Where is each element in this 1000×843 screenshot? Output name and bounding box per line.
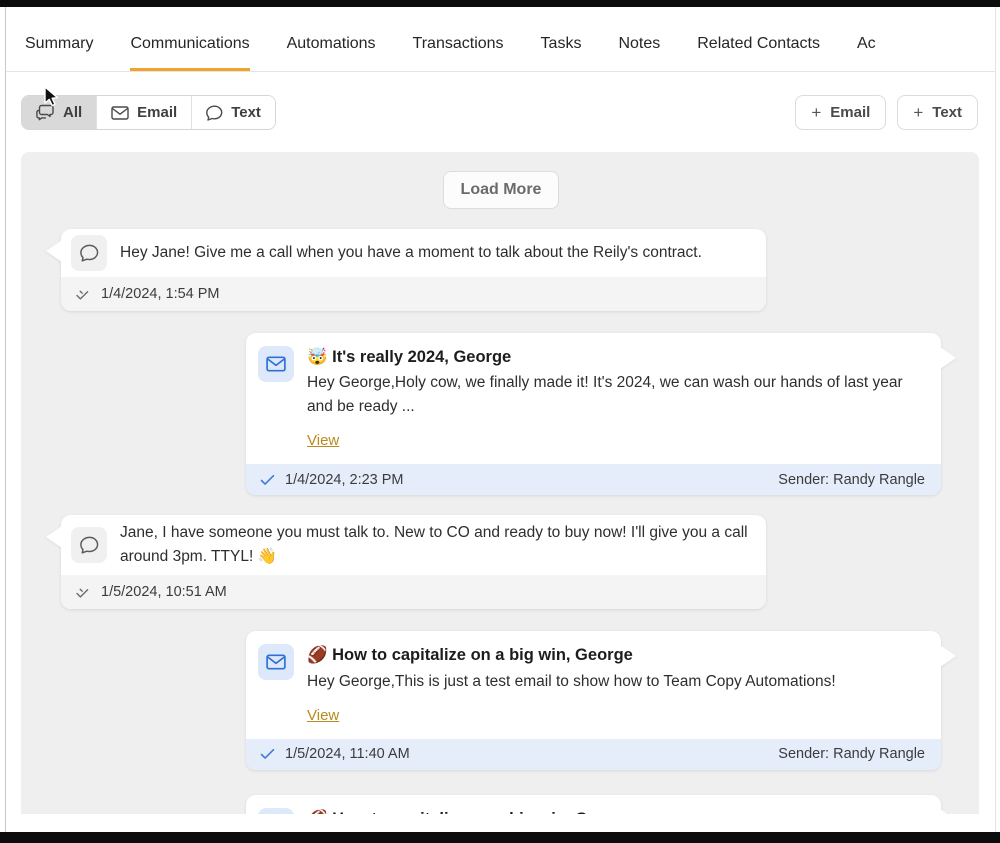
email-message-bubble-clipped: 🏈 How to capitalize on a big win, George [246, 795, 941, 814]
email-content: 🏈 How to capitalize on a big win, George [307, 808, 925, 814]
window-bottom-edge [0, 832, 1000, 843]
double-check-icon [75, 288, 91, 301]
plus-icon: + [811, 104, 821, 121]
text-message-body: Jane, I have someone you must talk to. N… [61, 515, 766, 575]
new-text-button[interactable]: + Text [897, 95, 978, 130]
email-subject: 🤯 It's really 2024, George [307, 346, 925, 368]
text-message-bubble: Hey Jane! Give me a call when you have a… [61, 229, 766, 311]
email-message-bubble: 🏈 How to capitalize on a big win, George… [246, 631, 941, 769]
speech-bubble-icon [206, 105, 223, 121]
email-footer: 1/4/2024, 2:23 PM Sender: Randy Rangle [246, 464, 941, 495]
communications-page: { "tabs": { "items": [ { "label": "Summa… [0, 0, 1000, 843]
email-footer-left: 1/5/2024, 11:40 AM [260, 746, 410, 762]
email-footer-left: 1/4/2024, 2:23 PM [260, 472, 404, 488]
speech-bubble-icon [71, 235, 107, 271]
email-view-link[interactable]: View [307, 707, 339, 724]
text-message-content: Jane, I have someone you must talk to. N… [120, 521, 750, 569]
check-icon [260, 474, 275, 486]
plus-icon: + [913, 104, 923, 121]
text-message-bubble: Jane, I have someone you must talk to. N… [61, 515, 766, 609]
email-view-link[interactable]: View [307, 432, 339, 449]
email-footer: 1/5/2024, 11:40 AM Sender: Randy Rangle [246, 739, 941, 770]
email-body: 🏈 How to capitalize on a big win, George… [246, 631, 941, 738]
window-top-edge [0, 0, 1000, 7]
filter-text-label: Text [231, 104, 261, 121]
email-preview: Hey George,Holy cow, we finally made it!… [307, 371, 925, 419]
load-more-button[interactable]: Load More [443, 171, 560, 209]
filter-all-label: All [63, 104, 82, 121]
tab-bar: Summary Communications Automations Trans… [6, 7, 995, 72]
filter-email-label: Email [137, 104, 177, 121]
double-check-icon [75, 586, 91, 599]
email-subject: 🏈 How to capitalize on a big win, George [307, 644, 925, 666]
email-preview: Hey George,This is just a test email to … [307, 670, 925, 694]
tab-notes[interactable]: Notes [618, 35, 660, 71]
text-message-body: Hey Jane! Give me a call when you have a… [61, 229, 766, 277]
email-envelope-icon [258, 808, 294, 814]
text-message-footer: 1/4/2024, 1:54 PM [61, 277, 766, 311]
text-message-footer: 1/5/2024, 10:51 AM [61, 575, 766, 609]
tab-related-contacts[interactable]: Related Contacts [697, 35, 820, 71]
email-message-bubble: 🤯 It's really 2024, George Hey George,Ho… [246, 333, 941, 495]
tab-accounts-truncated[interactable]: Ac [857, 35, 876, 71]
compose-actions: + Email + Text [795, 95, 978, 130]
chat-bubbles-icon [36, 104, 55, 121]
text-message-content: Hey Jane! Give me a call when you have a… [120, 241, 702, 265]
text-message-timestamp: 1/5/2024, 10:51 AM [101, 584, 227, 600]
communications-thread[interactable]: Load More Hey Jane! Give me a call when … [21, 152, 979, 814]
tab-automations[interactable]: Automations [287, 35, 376, 71]
new-email-button[interactable]: + Email [795, 95, 886, 130]
email-timestamp: 1/4/2024, 2:23 PM [285, 472, 404, 488]
message-type-filter: All Email Text [21, 95, 276, 130]
content-frame: Summary Communications Automations Trans… [5, 7, 996, 832]
envelope-icon [111, 106, 129, 120]
email-envelope-icon [258, 346, 294, 382]
email-envelope-icon [258, 644, 294, 680]
filter-email[interactable]: Email [96, 96, 191, 129]
filter-all[interactable]: All [22, 96, 96, 129]
filter-toolbar: All Email Text [6, 72, 995, 130]
check-icon [260, 748, 275, 760]
load-more-row: Load More [61, 171, 941, 209]
email-subject: 🏈 How to capitalize on a big win, George [307, 808, 925, 814]
tab-communications[interactable]: Communications [130, 35, 249, 71]
email-sender: Sender: Randy Rangle [778, 746, 925, 762]
email-content: 🏈 How to capitalize on a big win, George… [307, 644, 925, 724]
new-text-label: Text [932, 104, 962, 121]
email-timestamp: 1/5/2024, 11:40 AM [285, 746, 410, 762]
tab-transactions[interactable]: Transactions [413, 35, 504, 71]
email-body: 🏈 How to capitalize on a big win, George [246, 795, 941, 814]
email-body: 🤯 It's really 2024, George Hey George,Ho… [246, 333, 941, 464]
email-content: 🤯 It's really 2024, George Hey George,Ho… [307, 346, 925, 450]
new-email-label: Email [830, 104, 870, 121]
speech-bubble-icon [71, 527, 107, 563]
email-sender: Sender: Randy Rangle [778, 472, 925, 488]
text-message-timestamp: 1/4/2024, 1:54 PM [101, 286, 220, 302]
tab-summary[interactable]: Summary [25, 35, 93, 71]
filter-text[interactable]: Text [191, 96, 275, 129]
tab-tasks[interactable]: Tasks [541, 35, 582, 71]
